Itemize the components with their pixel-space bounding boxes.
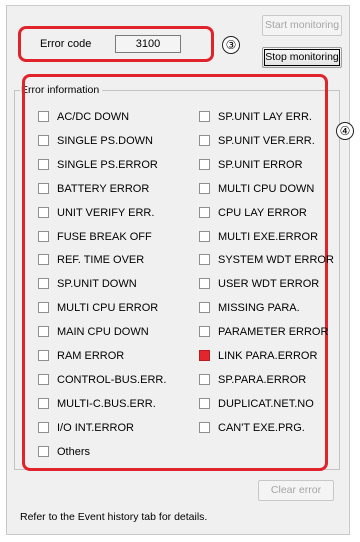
- checkbox[interactable]: [199, 134, 210, 146]
- start-monitoring-button[interactable]: Start monitoring: [262, 15, 342, 36]
- checkbox[interactable]: [199, 278, 210, 290]
- checkbox-label: CONTROL-BUS.ERR.: [57, 373, 167, 386]
- checkbox[interactable]: [38, 134, 49, 146]
- checkbox-label: MULTI EXE.ERROR: [218, 230, 319, 243]
- checkbox[interactable]: [38, 373, 49, 385]
- checkbox-label: Others: [57, 445, 91, 458]
- checkbox[interactable]: [38, 206, 49, 218]
- checkbox-label: DUPLICAT.NET.NO: [218, 397, 314, 410]
- checkbox[interactable]: [199, 111, 210, 122]
- checkbox[interactable]: [38, 230, 49, 242]
- checkbox-label: MULTI-C.BUS.ERR.: [57, 397, 156, 410]
- checkbox[interactable]: [199, 350, 210, 361]
- checkbox-label: SP.UNIT VER.ERR.: [218, 134, 315, 147]
- checkbox-label: USER WDT ERROR: [218, 278, 320, 291]
- checkbox-label: SP.UNIT LAY ERR.: [218, 111, 312, 123]
- checkbox[interactable]: [38, 421, 49, 433]
- checkbox-label: CAN'T EXE.PRG.: [218, 421, 305, 434]
- checkbox-label: LINK PARA.ERROR: [218, 350, 318, 362]
- checkbox-label: FUSE BREAK OFF: [57, 230, 152, 243]
- checkbox-label: AC/DC DOWN: [57, 111, 130, 123]
- checkbox[interactable]: [38, 182, 49, 194]
- checkbox[interactable]: [38, 350, 49, 361]
- checkbox[interactable]: [199, 206, 210, 218]
- error-code-label: Error code: [40, 38, 92, 50]
- error-code-value: 3100: [115, 35, 181, 53]
- checkbox-label: BATTERY ERROR: [57, 182, 150, 195]
- checkbox-label: I/O INT.ERROR: [57, 421, 135, 434]
- checkbox-label: SYSTEM WDT ERROR: [218, 254, 334, 267]
- checkbox[interactable]: [38, 302, 49, 314]
- checkbox[interactable]: [199, 230, 210, 242]
- checkbox[interactable]: [38, 278, 49, 290]
- checkbox-label: MULTI CPU DOWN: [218, 182, 315, 195]
- checkbox[interactable]: [199, 326, 210, 338]
- checkbox[interactable]: [38, 254, 49, 266]
- checkbox[interactable]: [38, 158, 49, 170]
- footer-note: Refer to the Event history tab for detai…: [20, 511, 208, 523]
- checkbox[interactable]: [199, 302, 210, 314]
- checkbox-label: SP.UNIT DOWN: [57, 278, 137, 291]
- callout-3: ③: [222, 36, 240, 54]
- checkbox[interactable]: [38, 397, 49, 409]
- clear-error-button[interactable]: Clear error: [258, 480, 334, 501]
- checkbox-label: SP.UNIT ERROR: [218, 158, 303, 171]
- checkbox-label: RAM ERROR: [57, 350, 125, 362]
- checkbox[interactable]: [199, 182, 210, 194]
- checkbox[interactable]: [199, 373, 210, 385]
- checkbox-label: MULTI CPU ERROR: [57, 302, 159, 315]
- checkbox-label: SINGLE PS.DOWN: [57, 134, 153, 147]
- checkbox[interactable]: [38, 445, 49, 457]
- checkbox-label: SP.PARA.ERROR: [218, 373, 307, 386]
- checkbox[interactable]: [38, 326, 49, 338]
- checkbox-label: MISSING PARA.: [218, 302, 300, 315]
- stop-monitoring-button[interactable]: Stop monitoring: [262, 47, 342, 68]
- checkbox[interactable]: [199, 158, 210, 170]
- checkbox-label: UNIT VERIFY ERR.: [57, 206, 155, 219]
- callout-4: ④: [336, 122, 354, 140]
- checkbox-label: REF. TIME OVER: [57, 254, 145, 267]
- checkbox-label: PARAMETER ERROR: [218, 326, 329, 339]
- checkbox[interactable]: [38, 111, 49, 122]
- checkbox-label: CPU LAY ERROR: [218, 206, 307, 219]
- checkbox[interactable]: [199, 421, 210, 433]
- checkbox-label: SINGLE PS.ERROR: [57, 158, 158, 171]
- checkbox[interactable]: [199, 397, 210, 409]
- checkbox-label: MAIN CPU DOWN: [57, 326, 149, 339]
- checkbox[interactable]: [199, 254, 210, 266]
